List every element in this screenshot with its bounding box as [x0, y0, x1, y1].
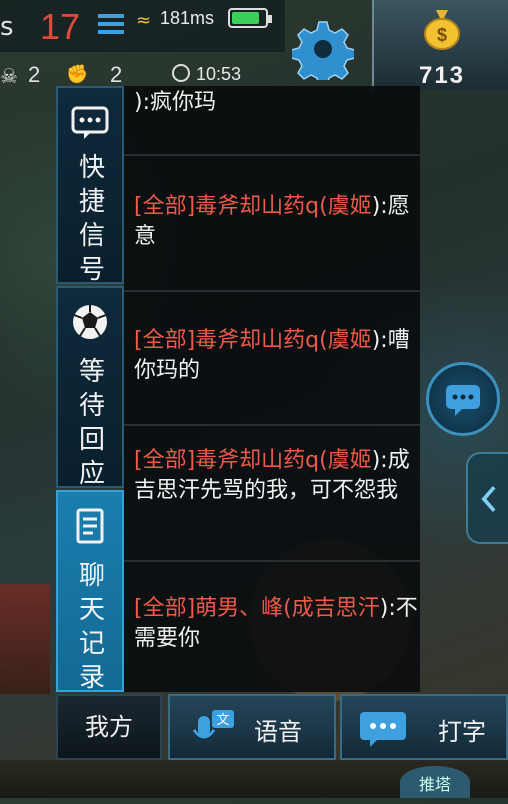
type-label: 打字	[438, 718, 486, 746]
message-sender: [全部]毒斧却山药q(虞姬	[134, 194, 372, 219]
team-channel-button[interactable]: 我方	[56, 694, 162, 760]
list-icon[interactable]	[98, 14, 124, 38]
chat-bottom-bar: 我方 文 语音 打字	[56, 694, 508, 760]
clock-icon	[172, 64, 190, 82]
type-button[interactable]: 打字	[340, 694, 508, 760]
money-bag-icon: $	[424, 10, 460, 50]
tab-wait-response[interactable]: 等 待 回 应	[56, 286, 124, 489]
chat-bubble-icon	[71, 106, 109, 139]
tab-chat-history[interactable]: 聊 天 记 录	[56, 490, 124, 693]
chat-history-panel[interactable]: ):疯你玛 [全部]毒斧却山药q(虞姬):愿意 [全部]毒斧却山药q(虞姬):嘈…	[124, 86, 420, 692]
assists-count: 2	[110, 62, 123, 87]
message-sender: [全部]毒斧却山药q(虞姬	[134, 448, 372, 473]
battery-fill	[232, 12, 260, 24]
gear-icon[interactable]	[292, 18, 354, 80]
hero-portrait-fragment	[0, 584, 50, 694]
svg-text:$: $	[437, 25, 447, 45]
ping-readout: 181ms	[160, 8, 215, 28]
message-divider	[124, 290, 420, 292]
gold-panel[interactable]: $ 713	[372, 0, 508, 90]
message-divider	[124, 424, 420, 426]
microphone-text-icon: 文	[192, 710, 234, 739]
game-time: 10:53	[196, 64, 242, 84]
tab-char: 录	[78, 663, 105, 693]
expand-arrow-button[interactable]	[466, 452, 508, 544]
chat-message: [全部]毒斧却山药q(虞姬):成吉思汗先骂的我，可不怨我	[134, 446, 418, 506]
svg-text:文: 文	[216, 713, 229, 728]
message-divider	[124, 154, 420, 156]
chat-message: ):疯你玛	[134, 88, 418, 118]
chat-message: [全部]毒斧却山药q(虞姬):愿意	[134, 192, 418, 252]
chat-bubble-icon	[446, 385, 480, 416]
message-sender: [全部]萌男、峰(成吉思汗	[134, 596, 380, 621]
tab-quick-signal[interactable]: 快 捷 信 号	[56, 86, 124, 285]
hud-top: s 17 ≈ 181ms ☠ 2 ✊ 2 10:53 $ 713	[0, 0, 508, 90]
document-icon	[76, 508, 104, 544]
message-sender: [全部]毒斧却山药q(虞姬	[134, 328, 372, 353]
message-divider	[124, 560, 420, 562]
skull-icon: ☠	[0, 64, 18, 88]
battery-icon	[228, 8, 272, 28]
message-text: ):疯你玛	[134, 90, 216, 115]
chat-toggle-button[interactable]	[426, 362, 500, 436]
hud-left-letter: s	[0, 12, 14, 42]
team-kills: 17	[40, 6, 81, 47]
chat-message: [全部]萌男、峰(成吉思汗):不需要你	[134, 594, 418, 654]
fist-icon: ✊	[66, 64, 89, 85]
voice-label: 语音	[254, 718, 302, 746]
deaths-count: 2	[28, 62, 41, 87]
voice-button[interactable]: 文 语音	[168, 694, 336, 760]
chat-tab-column: 快 捷 信 号 等 待 回 应 聊 天 记 录	[56, 86, 124, 693]
push-tower-button[interactable]: 推塔	[400, 766, 470, 798]
soccer-ball-icon	[73, 305, 107, 339]
tab-char: 号	[78, 255, 105, 285]
chevron-left-icon	[481, 486, 496, 512]
chat-message: [全部]毒斧却山药q(虞姬):嘈你玛的	[134, 326, 418, 386]
keyboard-chat-icon	[360, 712, 406, 747]
wifi-icon: ≈	[136, 10, 152, 31]
tab-char: 应	[78, 459, 105, 489]
